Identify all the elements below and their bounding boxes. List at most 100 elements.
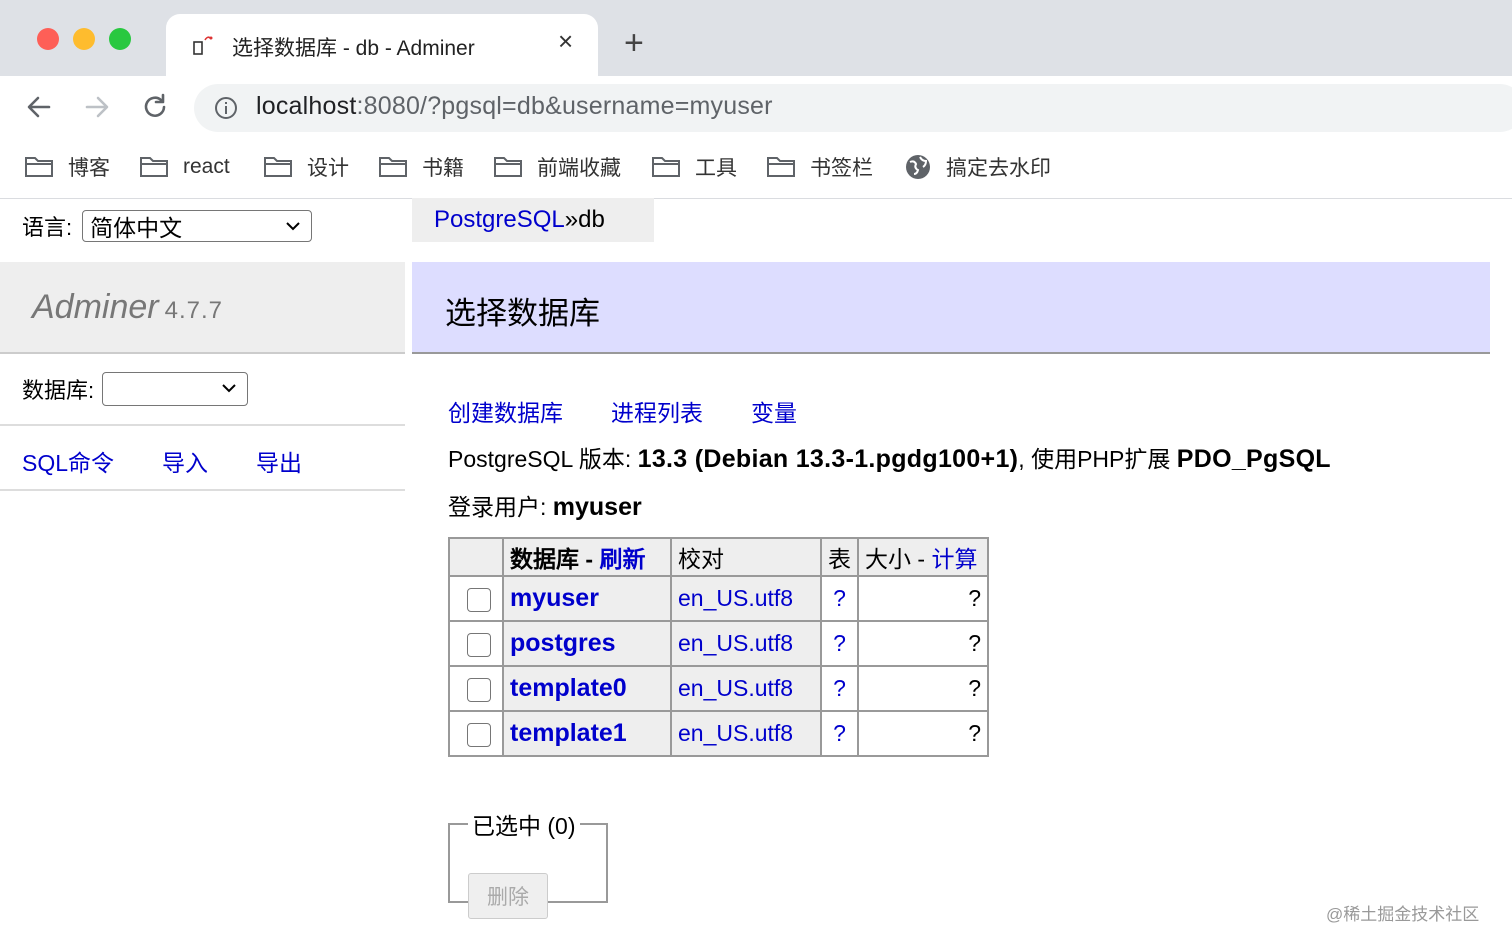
folder-icon — [494, 157, 522, 177]
bookmark-folder[interactable]: 书籍 — [378, 151, 464, 183]
database-select[interactable] — [102, 372, 249, 406]
globe-icon — [906, 155, 930, 179]
adminer-favicon-icon — [193, 36, 213, 55]
delete-button[interactable]: 删除 — [468, 873, 548, 919]
window-maximize-button[interactable] — [109, 28, 131, 50]
breadcrumb-separator: » — [564, 206, 579, 233]
breadcrumb-link-postgresql[interactable]: PostgreSQL — [434, 206, 565, 234]
active-tab[interactable]: 选择数据库 - db - Adminer × — [166, 14, 598, 76]
column-header-size: 大小 - 计算 — [857, 537, 989, 577]
tab-title: 选择数据库 - db - Adminer — [232, 37, 475, 60]
content-links: 创建数据库 进程列表 变量 — [448, 394, 797, 428]
compute-link[interactable]: 计算 — [931, 546, 977, 572]
database-link[interactable]: template0 — [510, 674, 627, 702]
bookmark-folder[interactable]: 博客 — [24, 151, 110, 183]
version-value: 13.3 (Debian 13.3-1.pgdg100+1) — [637, 445, 1019, 473]
folder-icon — [264, 157, 292, 177]
size-cell: ? — [857, 620, 989, 667]
process-list-link[interactable]: 进程列表 — [611, 394, 703, 428]
selected-fieldset: 已选中 (0) 删除 — [448, 807, 608, 919]
back-arrow-icon[interactable] — [24, 92, 54, 122]
row-checkbox[interactable] — [467, 632, 491, 657]
reload-icon[interactable] — [140, 92, 170, 122]
bookmark-label: 书籍 — [422, 157, 464, 180]
sql-command-link[interactable]: SQL命令 — [22, 444, 114, 478]
tables-count-cell: ? — [820, 575, 859, 622]
table-row: template1 en_US.utf8 ? ? — [448, 710, 989, 757]
folder-icon — [652, 157, 680, 177]
language-select[interactable]: 简体中文 — [82, 210, 313, 242]
tables-count-cell: ? — [820, 710, 859, 757]
forward-arrow-icon[interactable] — [82, 92, 112, 122]
bookmark-folder[interactable]: 设计 — [263, 151, 349, 183]
tables-count-cell: ? — [820, 665, 859, 712]
select-all-cell — [448, 537, 504, 577]
variables-link[interactable]: 变量 — [751, 394, 797, 428]
bookmark-label: 前端收藏 — [537, 157, 621, 180]
column-header-tables: 表 — [820, 537, 859, 577]
bookmark-folder[interactable]: 书签栏 — [766, 151, 873, 183]
language-select-value: 简体中文 — [90, 215, 183, 241]
tab-close-icon[interactable]: × — [558, 28, 573, 54]
php-extension-value: PDO_PgSQL — [1176, 445, 1331, 473]
tables-count-cell: ? — [820, 620, 859, 667]
database-link[interactable]: myuser — [510, 584, 599, 612]
refresh-link[interactable]: 刷新 — [599, 546, 645, 572]
bookmark-folder[interactable]: 工具 — [651, 151, 737, 183]
chevron-down-icon — [222, 384, 236, 393]
server-version: PostgreSQL 版本: 13.3 (Debian 13.3-1.pgdg1… — [448, 445, 1331, 473]
databases-table: 数据库 - 刷新 校对 表 大小 - 计算 myuser en_US.utf8 … — [448, 537, 989, 757]
folder-icon — [25, 157, 53, 177]
row-checkbox[interactable] — [467, 677, 491, 702]
export-link[interactable]: 导出 — [256, 444, 302, 478]
folder-icon — [140, 157, 168, 177]
address-bar[interactable]: localhost:8080/?pgsql=db&username=myuser — [194, 84, 1512, 132]
row-checkbox[interactable] — [467, 587, 491, 612]
logged-user-value: myuser — [552, 493, 642, 521]
row-checkbox[interactable] — [467, 722, 491, 747]
bookmark-folder[interactable]: react — [139, 151, 230, 183]
window-close-button[interactable] — [37, 28, 59, 50]
new-tab-icon[interactable]: + — [624, 26, 644, 60]
table-row: template0 en_US.utf8 ? ? — [448, 665, 989, 712]
bookmark-folder[interactable]: 前端收藏 — [493, 151, 621, 183]
sidebar-divider — [0, 489, 405, 491]
database-select-form: 数据库: — [22, 372, 249, 406]
page-title: 选择数据库 — [445, 296, 600, 331]
database-link[interactable]: template1 — [510, 719, 627, 747]
collation-cell: en_US.utf8 — [670, 620, 822, 667]
breadcrumb: PostgreSQL » db — [412, 198, 654, 242]
bookmark-label: 设计 — [307, 157, 349, 180]
bookmark-label: 工具 — [695, 157, 737, 180]
sidebar-links: SQL命令 导入 导出 — [22, 444, 302, 478]
table-row: myuser en_US.utf8 ? ? — [448, 575, 989, 622]
import-link[interactable]: 导入 — [162, 444, 208, 478]
bookmark-label: 博客 — [68, 157, 110, 180]
language-label: 语言: — [22, 215, 73, 240]
window-minimize-button[interactable] — [73, 28, 95, 50]
size-cell: ? — [857, 665, 989, 712]
collation-cell: en_US.utf8 — [670, 575, 822, 622]
create-database-link[interactable]: 创建数据库 — [448, 394, 563, 428]
logged-user: 登录用户: myuser — [448, 493, 642, 521]
browser-toolbar: localhost:8080/?pgsql=db&username=myuser — [0, 76, 1512, 138]
bookmark-label: react — [183, 155, 230, 178]
adminer-version: 4.7.7 — [164, 297, 223, 324]
column-header-database: 数据库 - 刷新 — [502, 537, 672, 577]
tab-strip: 选择数据库 - db - Adminer × + — [0, 0, 1512, 76]
sidebar-divider — [0, 424, 405, 426]
size-cell: ? — [857, 575, 989, 622]
table-row: postgres en_US.utf8 ? ? — [448, 620, 989, 667]
bookmark-link[interactable]: 搞定去水印 — [904, 151, 1051, 183]
adminer-logo[interactable]: Adminer 4.7.7 — [32, 288, 223, 327]
table-header-row: 数据库 - 刷新 校对 表 大小 - 计算 — [448, 537, 989, 577]
collation-cell: en_US.utf8 — [670, 665, 822, 712]
column-header-collation: 校对 — [670, 537, 822, 577]
database-label: 数据库: — [22, 378, 95, 403]
bookmarks-bar: 博客 react 设计 书籍 前端收藏 工具 书签栏 搞定去水印 — [0, 138, 1512, 199]
selected-legend: 已选中 (0) — [472, 813, 576, 839]
url-text[interactable]: localhost:8080/?pgsql=db&username=myuser — [256, 92, 773, 121]
site-info-icon[interactable] — [214, 96, 238, 120]
bookmark-label: 书签栏 — [810, 157, 873, 180]
database-link[interactable]: postgres — [510, 629, 616, 657]
